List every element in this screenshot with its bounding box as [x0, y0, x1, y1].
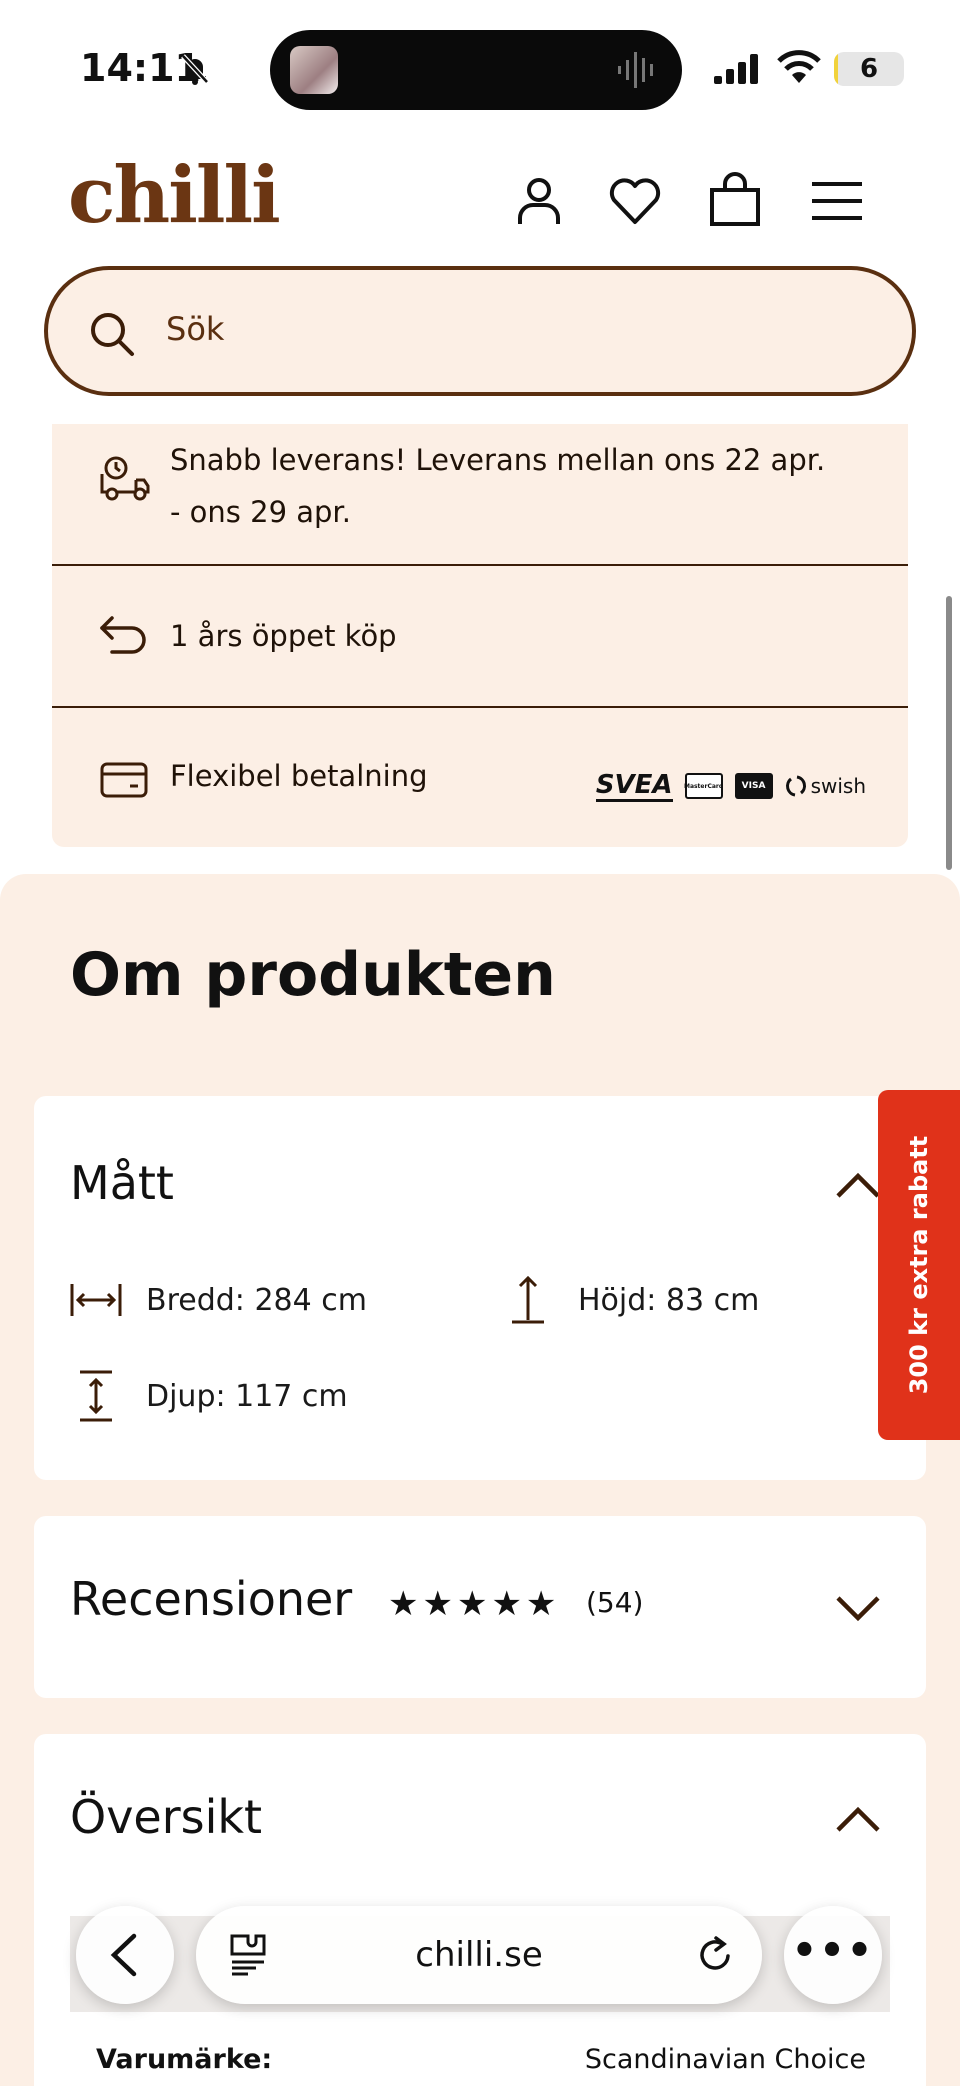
dimensions-title[interactable]: Mått — [70, 1156, 174, 1210]
scroll-indicator[interactable] — [946, 596, 952, 870]
battery-percent: 6 — [859, 54, 879, 84]
swish-label: swish — [810, 774, 866, 798]
delivery-truck-icon — [100, 456, 150, 501]
audio-wave-icon — [618, 52, 653, 88]
wifi-icon — [777, 50, 821, 83]
site-header: chilli — [0, 130, 960, 270]
dynamic-island[interactable] — [270, 30, 682, 110]
chevron-up-icon[interactable] — [834, 1170, 882, 1200]
reload-icon[interactable] — [694, 1934, 736, 1976]
height-item: Höjd: 83 cm — [500, 1272, 759, 1328]
chevron-down-icon[interactable] — [834, 1594, 882, 1624]
chilli-logo[interactable]: chilli — [68, 150, 281, 241]
back-button[interactable] — [76, 1906, 174, 2004]
payment-logos: SVEA MasterCard VISA swish — [595, 766, 866, 806]
height-arrow-icon — [512, 1275, 544, 1324]
search-icon — [91, 313, 134, 356]
overview-title[interactable]: Översikt — [70, 1790, 262, 1844]
payment-text: Flexibel betalning — [170, 759, 428, 793]
status-bar: 14:11 6 — [0, 0, 960, 130]
battery-indicator: 6 — [834, 52, 904, 86]
card-icon — [100, 762, 148, 798]
width-arrows-icon — [70, 1284, 122, 1316]
signal-icon — [714, 54, 758, 84]
now-playing-thumbnail — [290, 46, 338, 94]
height-value: Höjd: 83 cm — [578, 1282, 760, 1318]
menu-icon[interactable] — [808, 172, 866, 230]
depth-item: Djup: 117 cm — [68, 1368, 348, 1424]
address-bar[interactable]: chilli.se — [196, 1906, 762, 2004]
spec-key: Varumärke: — [96, 2044, 273, 2075]
more-icon: ••• — [791, 1928, 875, 1974]
chevron-left-icon — [110, 1933, 137, 1977]
mastercard-logo: MasterCard — [684, 773, 723, 799]
spec-value: Scandinavian Choice — [584, 2044, 866, 2075]
bag-icon[interactable] — [706, 172, 764, 230]
url-text[interactable]: chilli.se — [196, 1906, 762, 2004]
returns-text: 1 års öppet köp — [170, 619, 397, 653]
search-bar[interactable]: Sök — [44, 266, 916, 396]
rating-stars: ★★★★★ — [388, 1584, 561, 1624]
swish-logo: swish — [785, 774, 866, 798]
width-value: Bredd: 284 cm — [146, 1282, 367, 1318]
dimensions-card: Mått Bredd: 284 cm Höjd: 83 cm Djup: 117… — [34, 1096, 926, 1480]
search-input[interactable]: Sök — [166, 310, 224, 348]
promo-label: 300 kr extra rabatt — [905, 1135, 933, 1395]
payment-row: Flexibel betalning SVEA MasterCard VISA … — [52, 708, 908, 847]
depth-arrows-icon — [80, 1370, 112, 1422]
reviews-card[interactable]: Recensioner ★★★★★ (54) — [34, 1516, 926, 1698]
delivery-text-line2: - ons 29 apr. — [170, 495, 351, 529]
returns-row: 1 års öppet köp — [52, 566, 908, 708]
promo-tab[interactable]: 300 kr extra rabatt — [878, 1090, 960, 1440]
heart-icon[interactable] — [606, 172, 664, 230]
about-product-section: Om produkten Mått Bredd: 284 cm Höjd: 83… — [0, 874, 960, 2086]
return-arrow-icon — [100, 616, 146, 654]
width-item: Bredd: 284 cm — [68, 1272, 367, 1328]
reviews-title[interactable]: Recensioner — [70, 1572, 352, 1626]
visa-logo: VISA — [734, 773, 773, 799]
bell-muted-icon — [181, 54, 209, 85]
svea-logo: SVEA — [595, 769, 673, 802]
delivery-text: Snabb leverans! Leverans mellan ons 22 a… — [170, 443, 826, 477]
depth-value: Djup: 117 cm — [146, 1378, 348, 1414]
more-button[interactable]: ••• — [784, 1906, 882, 2004]
chevron-up-icon[interactable] — [834, 1804, 882, 1834]
account-icon[interactable] — [510, 172, 568, 230]
swish-icon — [785, 775, 806, 797]
purchase-info-box: Snabb leverans! Leverans mellan ons 22 a… — [52, 424, 908, 847]
review-count: (54) — [586, 1586, 644, 1619]
section-title: Om produkten — [70, 940, 556, 1010]
delivery-row: Snabb leverans! Leverans mellan ons 22 a… — [52, 424, 908, 566]
